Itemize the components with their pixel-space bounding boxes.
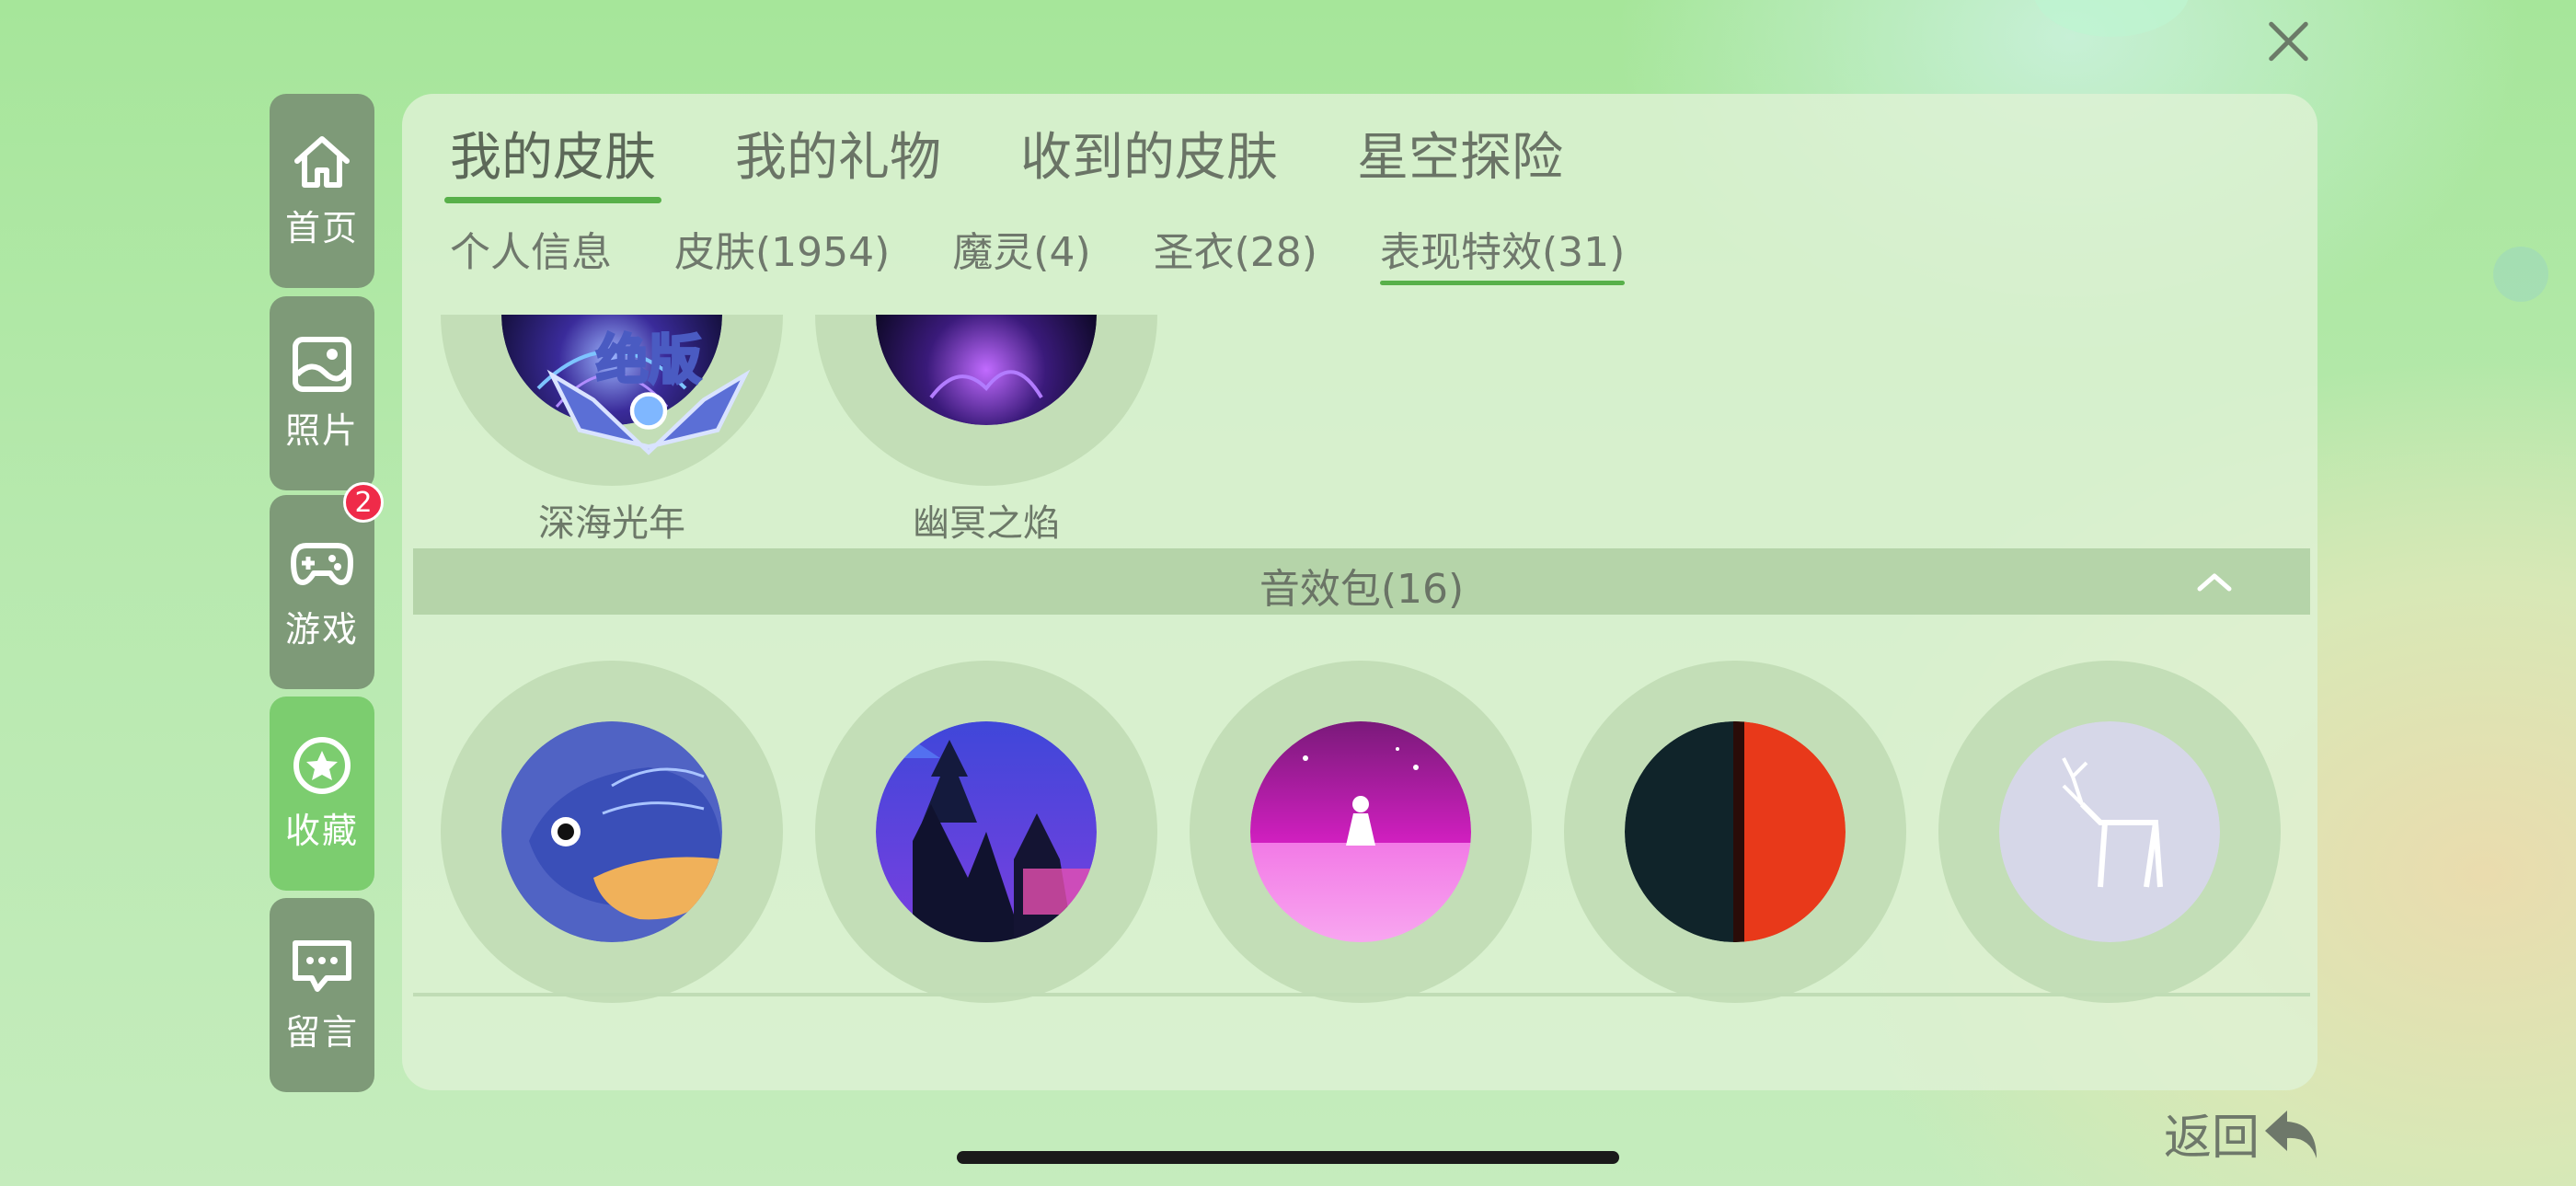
- effect-item[interactable]: 绝版 深海光年: [441, 315, 783, 547]
- sound-pack-item[interactable]: [815, 661, 1157, 1003]
- sound-thumb-ring: [1564, 661, 1906, 1003]
- sidebar-item-photos[interactable]: 照片: [270, 296, 374, 490]
- sound-pack-item[interactable]: [1190, 661, 1532, 1003]
- tab-my-gifts[interactable]: 我的礼物: [735, 116, 941, 203]
- section-title: 音效包(16): [1259, 566, 1465, 613]
- sound-thumb-ring: [1190, 661, 1532, 1003]
- gamepad-icon: [291, 543, 353, 585]
- notification-badge: 2: [343, 482, 384, 523]
- effects-scroll-area[interactable]: 绝版 深海光年 幽冥之焰 音效包(16): [402, 315, 2317, 1090]
- sound-thumb-ring: [1938, 661, 2281, 1003]
- effect-thumb-ring: 绝版: [441, 315, 783, 486]
- subtab-profile[interactable]: 个人信息: [450, 219, 612, 285]
- sidebar-item-home[interactable]: 首页: [270, 94, 374, 288]
- sound-thumbnail-fish: [501, 721, 722, 942]
- home-indicator: [957, 1151, 1619, 1164]
- effect-name: 幽冥之焰: [913, 502, 1060, 545]
- sidebar-item-label: 游戏: [284, 609, 359, 650]
- back-label: 返回: [2164, 1111, 2260, 1166]
- sidebar-item-label: 照片: [284, 410, 359, 451]
- subtab-effects[interactable]: 表现特效(31): [1379, 219, 1626, 285]
- close-button[interactable]: [2265, 18, 2311, 64]
- back-button[interactable]: 返回: [2164, 1099, 2324, 1168]
- tab-star-adventure[interactable]: 星空探险: [1357, 116, 1563, 203]
- chevron-up-icon[interactable]: [2196, 570, 2233, 593]
- home-icon: [294, 136, 350, 188]
- effect-item[interactable]: 幽冥之焰: [815, 315, 1157, 547]
- sidebar-item-favorites[interactable]: 收藏: [270, 697, 374, 891]
- sub-tabs: 个人信息 皮肤(1954) 魔灵(4) 圣衣(28) 表现特效(31): [450, 219, 1687, 285]
- background-bubble: [2033, 0, 2190, 37]
- sound-pack-item[interactable]: [441, 661, 783, 1003]
- top-tabs: 我的皮肤 我的礼物 收到的皮肤 星空探险: [444, 116, 1642, 203]
- sound-thumbnail-girl: [1250, 721, 1471, 942]
- sound-thumb-ring: [441, 661, 783, 1003]
- photo-icon: [293, 337, 351, 392]
- message-icon: [293, 940, 351, 992]
- sidebar-item-games[interactable]: 2 游戏: [270, 482, 384, 689]
- effect-name: 深海光年: [538, 502, 685, 545]
- sound-pack-section-header[interactable]: 音效包(16): [413, 548, 2310, 615]
- star-icon: [293, 737, 351, 794]
- sound-thumbnail-deer: [1999, 721, 2220, 942]
- sidebar-item-label: 首页: [284, 208, 359, 248]
- limited-edition-label: 绝版: [596, 330, 701, 391]
- subtab-skins[interactable]: 皮肤(1954): [674, 219, 890, 285]
- limited-edition-badge: 绝版: [546, 328, 751, 455]
- tab-my-skins[interactable]: 我的皮肤: [444, 116, 661, 203]
- sound-thumbnail-forest: [876, 721, 1097, 942]
- subtab-spirits[interactable]: 魔灵(4): [952, 219, 1090, 285]
- sound-pack-item[interactable]: [1938, 661, 2281, 1003]
- sound-thumbnail-dark-red: [1625, 721, 1846, 942]
- subtab-armor[interactable]: 圣衣(28): [1154, 219, 1317, 285]
- main-panel: 我的皮肤 我的礼物 收到的皮肤 星空探险 个人信息 皮肤(1954) 魔灵(4)…: [402, 94, 2317, 1090]
- sidebar-item-messages[interactable]: 留言: [270, 898, 374, 1092]
- return-arrow-icon: [2265, 1110, 2317, 1158]
- effect-thumbnail: [876, 315, 1097, 425]
- sound-pack-item[interactable]: [1564, 661, 1906, 1003]
- tab-received-skins[interactable]: 收到的皮肤: [1020, 116, 1278, 203]
- effect-thumb-ring: [815, 315, 1157, 486]
- section-divider: [413, 993, 2310, 996]
- sidebar-item-label: 留言: [284, 1012, 359, 1053]
- sidebar-item-label: 收藏: [284, 811, 359, 851]
- sound-thumb-ring: [815, 661, 1157, 1003]
- background-bubble: [2493, 247, 2548, 302]
